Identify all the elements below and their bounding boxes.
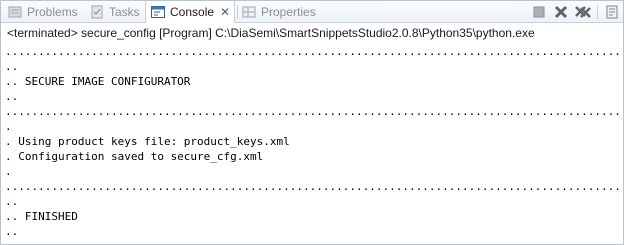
problems-icon xyxy=(8,6,22,18)
tab-problems-label: Problems xyxy=(27,5,78,19)
console-output[interactable]: ........................................… xyxy=(1,44,623,244)
tab-separator xyxy=(237,5,238,19)
console-line: .. xyxy=(5,60,19,73)
console-toolbar xyxy=(528,1,623,23)
toolbar-separator xyxy=(597,5,598,19)
tab-tasks-label: Tasks xyxy=(109,5,140,19)
remove-launch-button[interactable] xyxy=(551,2,571,22)
console-line: .. xyxy=(5,90,19,103)
remove-all-terminated-button[interactable] xyxy=(573,2,593,22)
terminate-button[interactable] xyxy=(529,2,549,22)
console-view: Problems Tasks Console ✕ Properties <ter… xyxy=(0,0,624,245)
console-line: ........................................… xyxy=(5,45,623,58)
console-icon xyxy=(151,6,165,18)
remove-all-terminated-icon xyxy=(575,6,591,18)
tasks-icon xyxy=(91,5,103,19)
tab-console-label: Console xyxy=(170,5,215,19)
terminate-icon xyxy=(533,6,545,18)
console-line: .. xyxy=(5,195,19,208)
console-line: ........................................… xyxy=(5,105,623,118)
tab-console[interactable]: Console ✕ xyxy=(145,1,236,24)
view-tab-bar: Problems Tasks Console ✕ Properties xyxy=(1,1,623,24)
tab-tasks[interactable]: Tasks xyxy=(89,1,140,23)
process-status-line: <terminated> secure_config [Program] C:\… xyxy=(7,26,535,40)
remove-launch-icon xyxy=(554,5,568,19)
tab-properties[interactable]: Properties xyxy=(241,1,316,23)
pin-console-button[interactable] xyxy=(602,2,622,22)
console-line: ........................................… xyxy=(5,180,623,193)
console-line: . xyxy=(5,165,12,178)
console-line: .. SECURE IMAGE CONFIGURATOR xyxy=(5,75,191,88)
pin-console-icon xyxy=(606,5,618,19)
tab-properties-label: Properties xyxy=(261,5,316,19)
console-line: .. xyxy=(5,225,19,238)
properties-icon xyxy=(242,6,256,18)
console-line: . Using product keys file: product_keys.… xyxy=(5,135,290,148)
console-line: . Configuration saved to secure_cfg.xml xyxy=(5,150,264,163)
close-icon[interactable]: ✕ xyxy=(220,6,230,18)
console-line: .. FINISHED xyxy=(5,210,78,223)
console-line: . xyxy=(5,120,12,133)
tab-problems[interactable]: Problems xyxy=(7,1,78,23)
